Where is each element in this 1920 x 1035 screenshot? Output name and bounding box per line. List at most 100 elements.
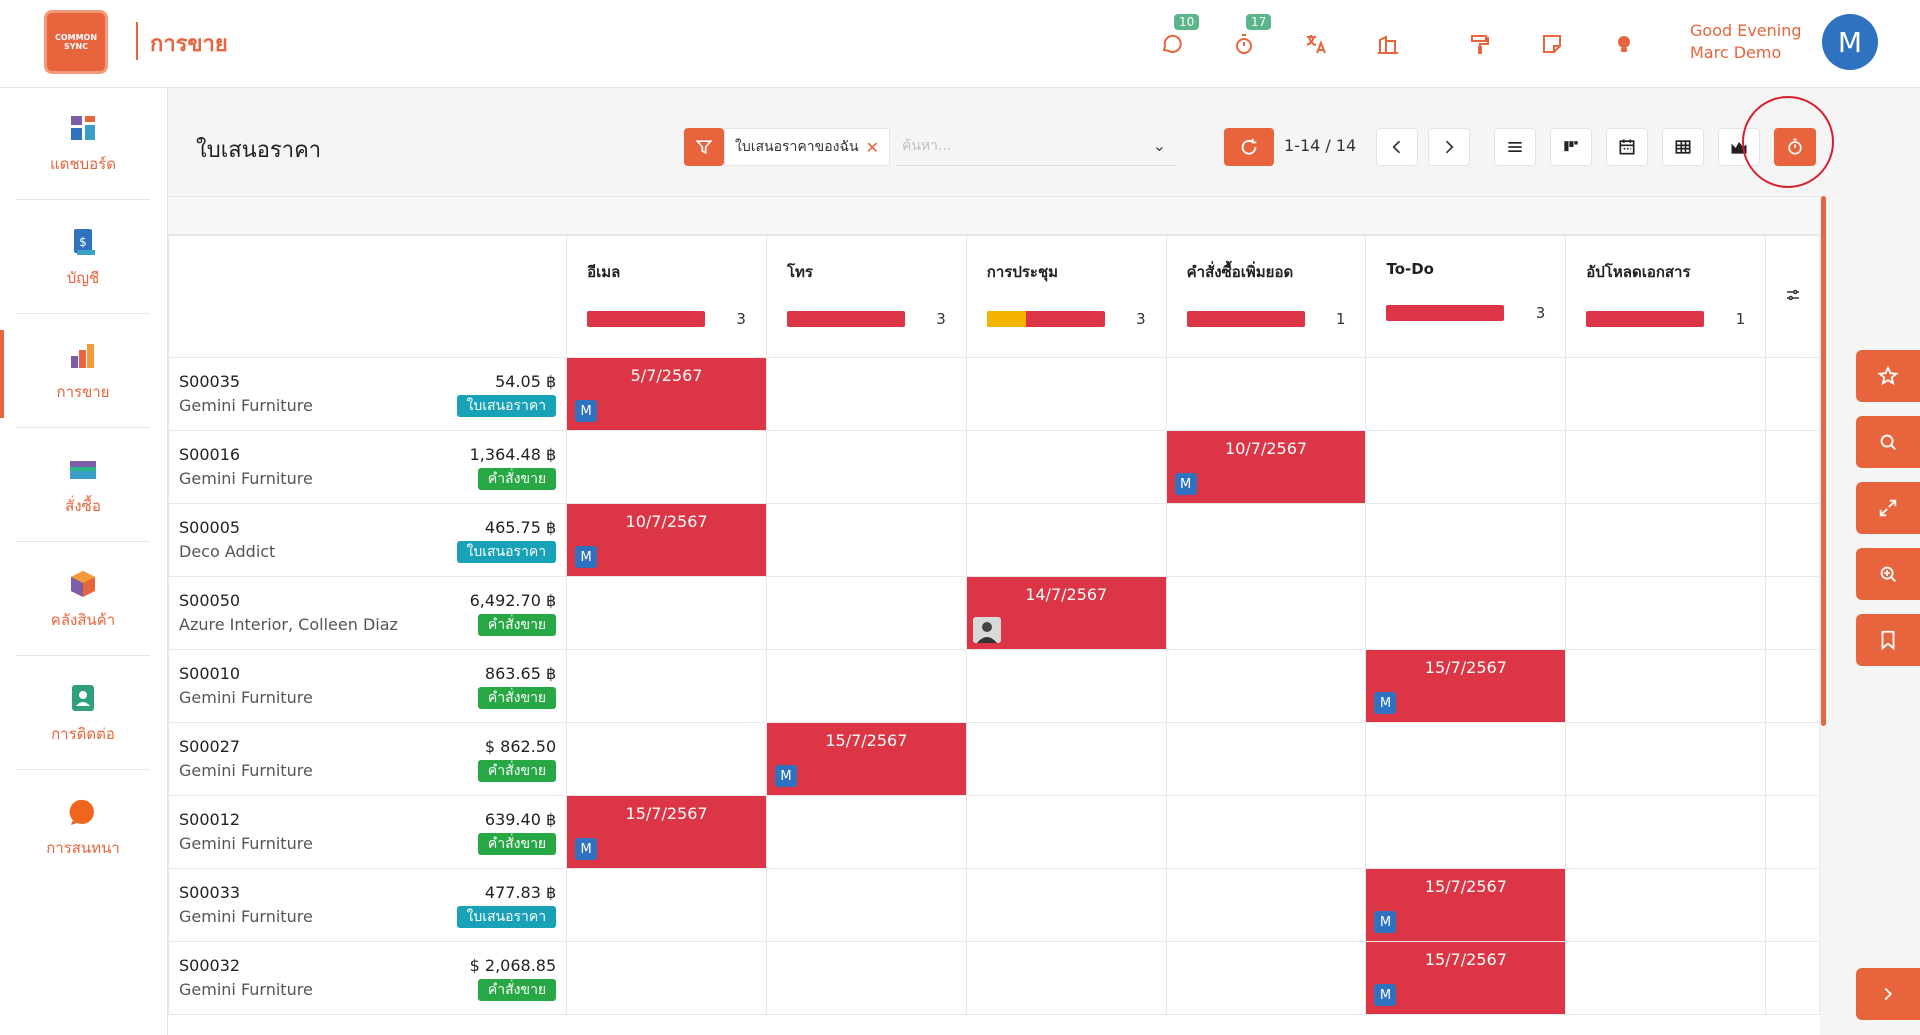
record-cell[interactable]: S00035 Gemini Furniture 54.05 ฿ใบเสนอราคา: [167, 357, 568, 431]
scheduled-activity[interactable]: 10/7/2567 M: [1166, 431, 1366, 503]
timer-icon[interactable]: 17: [1230, 14, 1272, 58]
pager-value[interactable]: 1-14 / 14: [1284, 136, 1356, 155]
activity-cell[interactable]: [965, 868, 1167, 942]
activity-cell[interactable]: 15/7/2567 M: [1365, 941, 1567, 1015]
activity-progress-bar[interactable]: [1586, 311, 1705, 327]
scheduled-activity[interactable]: 15/7/2567 M: [1366, 869, 1566, 941]
facet-remove-icon[interactable]: ✕: [866, 138, 879, 157]
activity-cell[interactable]: [965, 430, 1167, 504]
pager-previous-button[interactable]: [1376, 128, 1418, 166]
search-input[interactable]: [896, 128, 1126, 164]
activity-cell[interactable]: 15/7/2567 M: [1365, 649, 1567, 723]
activity-cell[interactable]: [765, 503, 967, 577]
activity-cell[interactable]: 15/7/2567 M: [1365, 868, 1567, 942]
scheduled-activity[interactable]: 15/7/2567 M: [766, 723, 966, 795]
activity-cell[interactable]: 10/7/2567 M: [1165, 430, 1367, 504]
scheduled-activity[interactable]: 15/7/2567 M: [1366, 650, 1566, 722]
activity-cell[interactable]: [1165, 503, 1367, 577]
activity-cell[interactable]: [566, 430, 767, 504]
zoom-button[interactable]: [1856, 548, 1920, 600]
app-logo[interactable]: COMMON SYNC: [44, 10, 108, 74]
sidebar-item-sales[interactable]: การขาย: [16, 316, 150, 428]
search-tool-button[interactable]: [1856, 416, 1920, 468]
expand-panel-button[interactable]: [1856, 968, 1920, 1020]
activity-cell[interactable]: [1165, 795, 1367, 869]
greeting[interactable]: Good Evening Marc Demo: [1690, 20, 1802, 64]
fullscreen-button[interactable]: [1856, 482, 1920, 534]
sidebar-item-discuss[interactable]: การสนทนา: [16, 772, 150, 884]
favorite-button[interactable]: [1856, 350, 1920, 402]
activity-cell[interactable]: [965, 503, 1167, 577]
activity-cell[interactable]: [765, 941, 967, 1015]
activity-cell[interactable]: [1165, 576, 1367, 650]
app-title[interactable]: การขาย: [150, 26, 228, 61]
activity-cell[interactable]: [1365, 576, 1567, 650]
activity-progress-bar[interactable]: [1386, 305, 1505, 321]
filter-button[interactable]: [684, 128, 724, 166]
record-cell[interactable]: S00027 Gemini Furniture $ 862.50 คำสั่งขาย: [167, 722, 568, 796]
record-cell[interactable]: S00032 Gemini Furniture $ 2,068.85 คำสั่งขา…: [167, 941, 568, 1015]
activity-cell[interactable]: [566, 722, 767, 796]
activity-progress-bar[interactable]: [587, 311, 706, 327]
activity-cell[interactable]: [965, 649, 1167, 723]
scheduled-activity[interactable]: 10/7/2567 M: [567, 504, 766, 576]
chevron-down-icon[interactable]: ⌄: [1153, 136, 1166, 155]
activity-cell[interactable]: 14/7/2567: [965, 576, 1167, 650]
activity-cell[interactable]: [1165, 941, 1367, 1015]
activity-cell[interactable]: [1365, 503, 1567, 577]
activity-cell[interactable]: [1365, 722, 1567, 796]
record-cell[interactable]: S00010 Gemini Furniture 863.65 ฿คำสั่งขาย: [167, 649, 568, 723]
sidebar-item-contacts[interactable]: การติดต่อ: [16, 658, 150, 770]
activity-cell[interactable]: [965, 795, 1167, 869]
activity-cell[interactable]: 5/7/2567 M: [566, 357, 767, 431]
scheduled-activity[interactable]: 15/7/2567 M: [1366, 942, 1566, 1014]
record-cell[interactable]: S00012 Gemini Furniture 639.40 ฿คำสั่งขาย: [167, 795, 568, 869]
scheduled-activity[interactable]: 15/7/2567 M: [567, 796, 766, 868]
activity-cell[interactable]: [566, 941, 767, 1015]
activity-cell[interactable]: [1165, 357, 1367, 431]
sidebar-item-purchase[interactable]: สั่งซื้อ: [16, 430, 150, 542]
activity-cell[interactable]: [1165, 868, 1367, 942]
activity-cell[interactable]: [765, 795, 967, 869]
activity-cell[interactable]: [1365, 357, 1567, 431]
activity-cell[interactable]: [1565, 430, 1767, 504]
record-cell[interactable]: S00016 Gemini Furniture 1,364.48 ฿คำสั่งขา…: [167, 430, 568, 504]
activity-cell[interactable]: 10/7/2567 M: [566, 503, 767, 577]
activity-cell[interactable]: [566, 868, 767, 942]
paint-roller-icon[interactable]: [1466, 30, 1494, 58]
activity-cell[interactable]: [1165, 649, 1367, 723]
activity-type-header[interactable]: อัปโหลดเอกสาร 1: [1565, 235, 1767, 358]
record-cell[interactable]: S00005 Deco Addict 465.75 ฿ใบเสนอราคา: [167, 503, 568, 577]
activity-progress-bar[interactable]: [786, 311, 905, 327]
record-cell[interactable]: S00033 Gemini Furniture 477.83 ฿ใบเสนอราคา: [167, 868, 568, 942]
activity-progress-bar[interactable]: [986, 311, 1105, 327]
user-avatar[interactable]: M: [1822, 14, 1878, 70]
activity-cell[interactable]: [965, 357, 1167, 431]
view-kanban-button[interactable]: [1550, 128, 1592, 166]
activity-cell[interactable]: [965, 722, 1167, 796]
column-settings-header[interactable]: [1765, 235, 1820, 358]
activity-type-header[interactable]: โทร 3: [765, 235, 967, 358]
progress-segment-warning[interactable]: [986, 311, 1026, 327]
view-list-button[interactable]: [1494, 128, 1536, 166]
vertical-scrollbar[interactable]: [1821, 196, 1826, 726]
record-cell[interactable]: S00050 Azure Interior, Colleen Diaz 6,492.…: [167, 576, 568, 650]
activity-cell[interactable]: [765, 576, 967, 650]
activity-cell[interactable]: [1565, 649, 1767, 723]
activity-cell[interactable]: [1565, 503, 1767, 577]
activity-cell[interactable]: [1565, 576, 1767, 650]
sidebar-item-inventory[interactable]: คลังสินค้า: [16, 544, 150, 656]
bookmark-button[interactable]: [1856, 614, 1920, 666]
activity-type-header[interactable]: การประชุม 3: [965, 235, 1167, 358]
chat-icon[interactable]: 10: [1158, 14, 1200, 58]
activity-type-header[interactable]: อีเมล 3: [566, 235, 767, 358]
translate-icon[interactable]: [1302, 30, 1330, 58]
activity-cell[interactable]: [566, 576, 767, 650]
activity-cell[interactable]: [1565, 941, 1767, 1015]
company-icon[interactable]: [1374, 30, 1402, 58]
activity-cell[interactable]: 15/7/2567 M: [566, 795, 767, 869]
lightbulb-icon[interactable]: [1610, 30, 1638, 58]
activity-cell[interactable]: [765, 357, 967, 431]
activity-cell[interactable]: [765, 868, 967, 942]
activity-type-header[interactable]: คำสั่งซื้อเพิ่มยอด 1: [1165, 235, 1367, 358]
